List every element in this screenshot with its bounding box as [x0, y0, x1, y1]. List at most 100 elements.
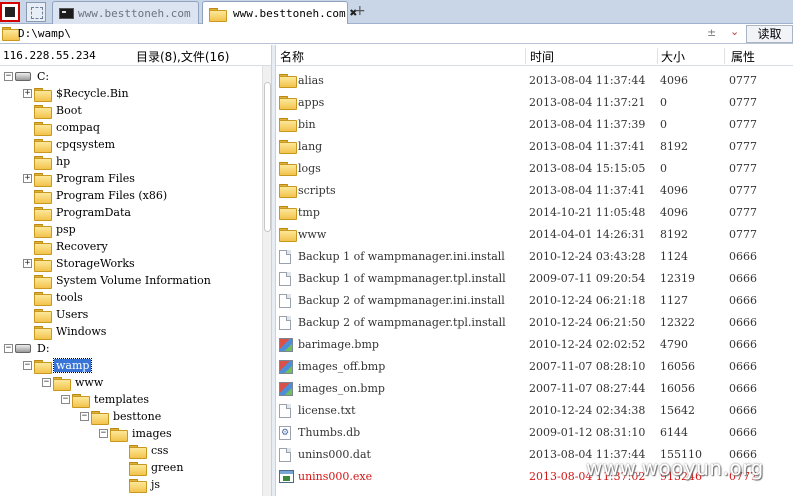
file-row[interactable]: bin 2013-08-04 11:37:39 0 0777	[276, 114, 793, 136]
file-attr: 0777	[729, 228, 757, 241]
file-row[interactable]: images_on.bmp 2007-11-07 08:27:44 16056 066…	[276, 378, 793, 400]
file-size: 16056	[660, 360, 695, 373]
expand-icon[interactable]: +	[23, 174, 32, 183]
tree-scrollbar[interactable]	[262, 66, 271, 496]
expand-icon[interactable]: +	[23, 259, 32, 268]
drive-icon	[15, 344, 31, 353]
collapse-icon[interactable]: −	[4, 344, 13, 353]
tree-item[interactable]: green	[129, 459, 185, 476]
tree-item[interactable]: ProgramData	[34, 204, 133, 221]
file-row[interactable]: alias 2013-08-04 11:37:44 4096 0777	[276, 70, 793, 92]
tree-item[interactable]: − C:	[4, 68, 51, 85]
tree-item[interactable]: − D:	[4, 340, 52, 357]
tree-item[interactable]: − www	[42, 374, 105, 391]
chevron-down-icon[interactable]: ⌄	[730, 25, 739, 38]
tree-item[interactable]: psp	[34, 221, 78, 238]
collapse-icon[interactable]: −	[42, 378, 51, 387]
file-name: Backup 1 of wampmanager.tpl.install	[298, 272, 506, 285]
file-row[interactable]: lang 2013-08-04 11:37:41 8192 0777	[276, 136, 793, 158]
tree-item[interactable]: js	[129, 476, 162, 493]
tree-item[interactable]: + $Recycle.Bin	[23, 85, 131, 102]
expand-icon[interactable]: +	[23, 89, 32, 98]
tree-item[interactable]: hp	[34, 153, 72, 170]
column-name[interactable]: 名称	[280, 48, 526, 64]
blank-tab-icon[interactable]	[26, 2, 46, 22]
collapse-icon[interactable]: −	[80, 412, 89, 421]
collapse-icon[interactable]: −	[61, 395, 70, 404]
tree-item[interactable]: tools	[34, 289, 85, 306]
tree-item[interactable]: − wamp	[23, 357, 93, 374]
collapse-icon[interactable]: −	[99, 429, 108, 438]
scrollbar-thumb[interactable]	[264, 82, 271, 232]
file-row[interactable]: tmp 2014-10-21 11:05:48 4096 0777	[276, 202, 793, 224]
file-row[interactable]: Backup 2 of wampmanager.tpl.install 2010-…	[276, 312, 793, 334]
tree-item-label: green	[151, 461, 184, 474]
folder-icon	[34, 359, 52, 374]
tree-item[interactable]: Program Files (x86)	[34, 187, 169, 204]
folder-icon	[34, 240, 52, 255]
folder-icon	[34, 189, 52, 204]
collapse-icon[interactable]: −	[23, 361, 32, 370]
tree-item-label: templates	[94, 393, 150, 406]
tree-item[interactable]: + Program Files	[23, 170, 137, 187]
file-time: 2013-08-04 11:37:21	[529, 96, 646, 109]
tree-item[interactable]: Windows	[34, 323, 108, 340]
file-name: barimage.bmp	[298, 338, 379, 351]
tree-item[interactable]: + StorageWorks	[23, 255, 137, 272]
file-attr: 0777	[729, 74, 757, 87]
file-row[interactable]: apps 2013-08-04 11:37:21 0 0777	[276, 92, 793, 114]
tree-item[interactable]: css	[129, 442, 170, 459]
tree-item[interactable]: Users	[34, 306, 90, 323]
image-icon	[279, 360, 293, 374]
image-icon	[279, 382, 293, 396]
tree-item[interactable]: cpqsystem	[34, 136, 117, 153]
file-row[interactable]: Thumbs.db 2009-01-12 08:31:10 6144 0666	[276, 422, 793, 444]
folder-icon	[279, 206, 297, 220]
app-logo-icon[interactable]	[0, 2, 20, 22]
ip-address: 116.228.55.234	[3, 49, 96, 62]
file-size: 4790	[660, 338, 688, 351]
tree-item-label: cpqsystem	[56, 138, 116, 151]
file-list-header: 名称 时间 大小 属性	[276, 45, 793, 66]
path-toggle-button[interactable]: ±	[707, 26, 716, 39]
tree-item[interactable]: compaq	[34, 119, 102, 136]
column-size[interactable]: 大小	[661, 48, 725, 64]
column-time[interactable]: 时间	[530, 48, 658, 64]
file-row[interactable]: license.txt 2010-12-24 02:34:38 15642 0666	[276, 400, 793, 422]
file-time: 2013-08-04 11:37:44	[529, 74, 646, 87]
file-row[interactable]: Backup 2 of wampmanager.ini.install 2010-…	[276, 290, 793, 312]
file-row[interactable]: logs 2013-08-04 15:15:05 0 0777	[276, 158, 793, 180]
tree-item[interactable]: Boot	[34, 102, 84, 119]
file-row[interactable]: www 2014-04-01 14:26:31 8192 0777	[276, 224, 793, 246]
tree-item-label: tools	[56, 291, 83, 304]
path-input[interactable]: D:\wamp\	[18, 27, 71, 40]
tree-item[interactable]: − images	[99, 425, 174, 442]
file-name: lang	[298, 140, 323, 153]
tree-item-label: psp	[56, 223, 76, 236]
file-row[interactable]: scripts 2013-08-04 11:37:41 4096 0777	[276, 180, 793, 202]
tree-item[interactable]: − besttone	[80, 408, 163, 425]
folder-icon	[34, 291, 52, 306]
tree-item[interactable]: Recovery	[34, 238, 110, 255]
tree-item[interactable]: − templates	[61, 391, 151, 408]
file-attr: 0666	[729, 272, 757, 285]
left-info-bar: 116.228.55.234 目录(8),文件(16)	[0, 45, 271, 66]
tab-file-manager[interactable]: www.besttoneh.com ✖	[202, 1, 357, 25]
file-row[interactable]: images_off.bmp 2007-11-07 08:28:10 16056 06…	[276, 356, 793, 378]
document-icon	[279, 272, 291, 286]
file-row[interactable]: Backup 1 of wampmanager.tpl.install 2009-…	[276, 268, 793, 290]
tree-item[interactable]: System Volume Information	[34, 272, 213, 289]
tree-item-label: Program Files (x86)	[56, 189, 168, 202]
file-attr: 0777	[729, 96, 757, 109]
collapse-icon[interactable]: −	[4, 72, 13, 81]
file-name: images_on.bmp	[298, 382, 385, 395]
read-button[interactable]: 读取	[746, 25, 793, 43]
file-row[interactable]: barimage.bmp 2010-12-24 02:02:52 4790 0666	[276, 334, 793, 356]
tab-terminal[interactable]: www.besttoneh.com	[52, 1, 199, 24]
folder-icon	[279, 118, 297, 132]
column-attr[interactable]: 属性	[731, 48, 791, 64]
folder-icon	[72, 393, 90, 408]
add-tab-button[interactable]: +	[354, 3, 366, 19]
file-time: 2010-12-24 02:02:52	[529, 338, 646, 351]
file-row[interactable]: Backup 1 of wampmanager.ini.install 2010-…	[276, 246, 793, 268]
